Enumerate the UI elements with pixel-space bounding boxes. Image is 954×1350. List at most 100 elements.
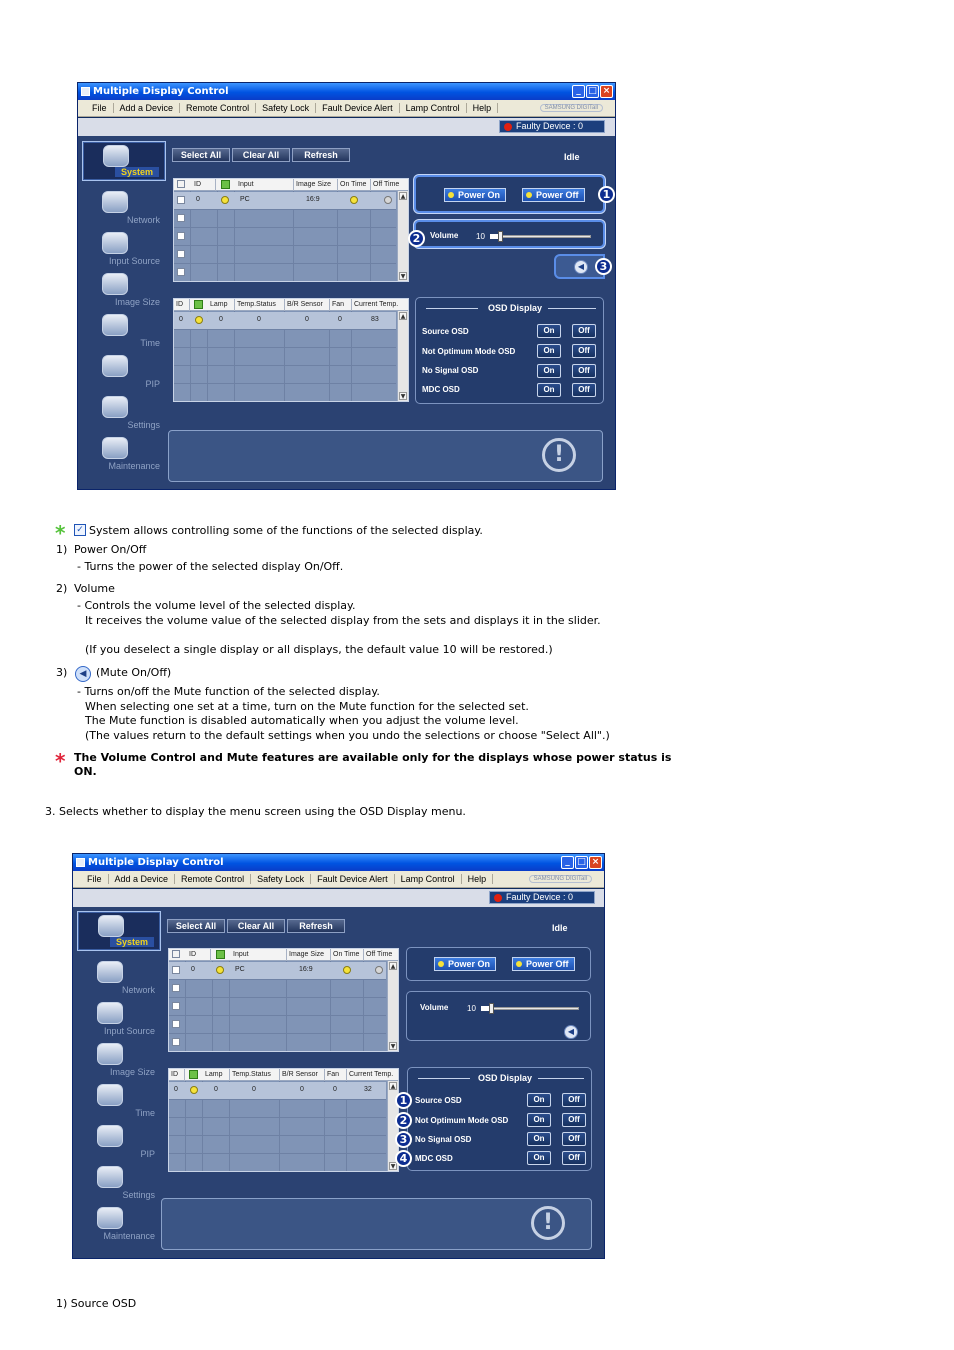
- scroll-up-icon[interactable]: ▲: [399, 312, 407, 320]
- table-row[interactable]: 0 PC 16:9: [169, 962, 386, 980]
- scroll-down-icon[interactable]: ▼: [389, 1042, 397, 1050]
- menu-help[interactable]: Help: [462, 874, 494, 884]
- menu-add-device[interactable]: Add a Device: [109, 874, 176, 884]
- clear-all-button[interactable]: Clear All: [232, 148, 290, 162]
- sidebar-item-time[interactable]: Time: [82, 311, 166, 351]
- sidebar-item-network[interactable]: Network: [77, 958, 161, 998]
- menu-fault-device-alert[interactable]: Fault Device Alert: [316, 103, 400, 113]
- mdc-osd-on-button[interactable]: On: [537, 383, 561, 397]
- source-osd-off-button[interactable]: Off: [572, 324, 596, 338]
- sidebar-item-maintenance[interactable]: Maintenance: [82, 434, 166, 474]
- power-on-button[interactable]: Power On: [434, 957, 497, 971]
- row-checkbox[interactable]: [177, 268, 185, 276]
- sidebar-item-system[interactable]: System: [77, 911, 161, 951]
- row-checkbox[interactable]: [177, 196, 185, 204]
- no-signal-osd-off-button[interactable]: Off: [572, 364, 596, 378]
- table-row[interactable]: [169, 1118, 386, 1136]
- mdc-osd-off-button[interactable]: Off: [562, 1151, 586, 1165]
- row-checkbox[interactable]: [177, 250, 185, 258]
- volume-slider-thumb[interactable]: [498, 231, 504, 242]
- faulty-device-indicator[interactable]: Faulty Device : 0: [489, 891, 595, 904]
- not-optimum-osd-off-button[interactable]: Off: [562, 1113, 586, 1127]
- menu-lamp-control[interactable]: Lamp Control: [395, 874, 462, 884]
- table-row[interactable]: [174, 348, 396, 366]
- table-row[interactable]: 0 0 0 0 0 32: [169, 1082, 386, 1100]
- source-osd-off-button[interactable]: Off: [562, 1093, 586, 1107]
- close-button[interactable]: ×: [600, 85, 613, 98]
- minimize-button[interactable]: _: [561, 856, 574, 869]
- sidebar-item-pip[interactable]: PIP: [82, 352, 166, 392]
- scroll-down-icon[interactable]: ▼: [399, 392, 407, 400]
- menu-fault-device-alert[interactable]: Fault Device Alert: [311, 874, 395, 884]
- table-row[interactable]: 0 0 0 0 0 83: [174, 312, 396, 330]
- scroll-down-icon[interactable]: ▼: [399, 272, 407, 280]
- sidebar-item-pip[interactable]: PIP: [77, 1122, 161, 1162]
- row-checkbox[interactable]: [177, 232, 185, 240]
- grid-scrollbar[interactable]: ▲ ▼: [387, 961, 398, 1051]
- menu-remote-control[interactable]: Remote Control: [175, 874, 252, 884]
- sidebar-item-maintenance[interactable]: Maintenance: [77, 1204, 161, 1244]
- grid-scrollbar[interactable]: ▲ ▼: [397, 191, 408, 281]
- sidebar-item-input-source[interactable]: Input Source: [82, 229, 166, 269]
- source-osd-on-button[interactable]: On: [527, 1093, 551, 1107]
- table-row[interactable]: [174, 246, 396, 264]
- row-checkbox[interactable]: [177, 214, 185, 222]
- table-row[interactable]: [169, 1136, 386, 1154]
- scroll-up-icon[interactable]: ▲: [399, 192, 407, 200]
- no-signal-osd-off-button[interactable]: Off: [562, 1132, 586, 1146]
- sidebar-item-settings[interactable]: Settings: [82, 393, 166, 433]
- not-optimum-osd-on-button[interactable]: On: [537, 344, 561, 358]
- grid-scrollbar[interactable]: ▲ ▼: [397, 311, 408, 401]
- row-checkbox[interactable]: [172, 984, 180, 992]
- table-row[interactable]: [169, 1034, 386, 1051]
- refresh-button[interactable]: Refresh: [292, 148, 350, 162]
- clear-all-button[interactable]: Clear All: [227, 919, 285, 933]
- close-button[interactable]: ×: [589, 856, 602, 869]
- sidebar-item-settings[interactable]: Settings: [77, 1163, 161, 1203]
- sidebar-item-input-source[interactable]: Input Source: [77, 999, 161, 1039]
- menu-safety-lock[interactable]: Safety Lock: [256, 103, 317, 113]
- minimize-button[interactable]: _: [572, 85, 585, 98]
- source-osd-on-button[interactable]: On: [537, 324, 561, 338]
- speaker-icon[interactable]: ◀: [564, 1025, 578, 1039]
- menu-remote-control[interactable]: Remote Control: [180, 103, 257, 113]
- table-row[interactable]: [174, 366, 396, 384]
- menu-help[interactable]: Help: [467, 103, 499, 113]
- menu-safety-lock[interactable]: Safety Lock: [251, 874, 312, 884]
- row-checkbox[interactable]: [172, 966, 180, 974]
- scroll-up-icon[interactable]: ▲: [389, 1082, 397, 1090]
- not-optimum-osd-on-button[interactable]: On: [527, 1113, 551, 1127]
- power-off-button[interactable]: Power Off: [522, 188, 585, 202]
- menu-add-device[interactable]: Add a Device: [114, 103, 181, 113]
- menu-file[interactable]: File: [81, 874, 109, 884]
- sidebar-item-image-size[interactable]: Image Size: [82, 270, 166, 310]
- row-checkbox[interactable]: [172, 1020, 180, 1028]
- speaker-icon[interactable]: ◀: [574, 260, 588, 274]
- sidebar-item-network[interactable]: Network: [82, 188, 166, 228]
- table-row[interactable]: [169, 1016, 386, 1034]
- table-row[interactable]: [174, 210, 396, 228]
- no-signal-osd-on-button[interactable]: On: [537, 364, 561, 378]
- menu-file[interactable]: File: [86, 103, 114, 113]
- header-checkbox[interactable]: [172, 950, 180, 958]
- sidebar-item-system[interactable]: System: [82, 141, 166, 181]
- maximize-button[interactable]: □: [586, 85, 599, 98]
- not-optimum-osd-off-button[interactable]: Off: [572, 344, 596, 358]
- sidebar-item-time[interactable]: Time: [77, 1081, 161, 1121]
- table-row[interactable]: [169, 980, 386, 998]
- table-row[interactable]: 0 PC 16:9: [174, 192, 396, 210]
- table-row[interactable]: [174, 330, 396, 348]
- volume-slider-thumb[interactable]: [488, 1003, 494, 1014]
- refresh-button[interactable]: Refresh: [287, 919, 345, 933]
- power-on-button[interactable]: Power On: [444, 188, 507, 202]
- table-row[interactable]: [169, 1154, 386, 1171]
- table-row[interactable]: [174, 384, 396, 401]
- scroll-up-icon[interactable]: ▲: [389, 962, 397, 970]
- select-all-button[interactable]: Select All: [167, 919, 225, 933]
- table-row[interactable]: [169, 998, 386, 1016]
- no-signal-osd-on-button[interactable]: On: [527, 1132, 551, 1146]
- maximize-button[interactable]: □: [575, 856, 588, 869]
- mdc-osd-off-button[interactable]: Off: [572, 383, 596, 397]
- row-checkbox[interactable]: [172, 1038, 180, 1046]
- table-row[interactable]: [174, 228, 396, 246]
